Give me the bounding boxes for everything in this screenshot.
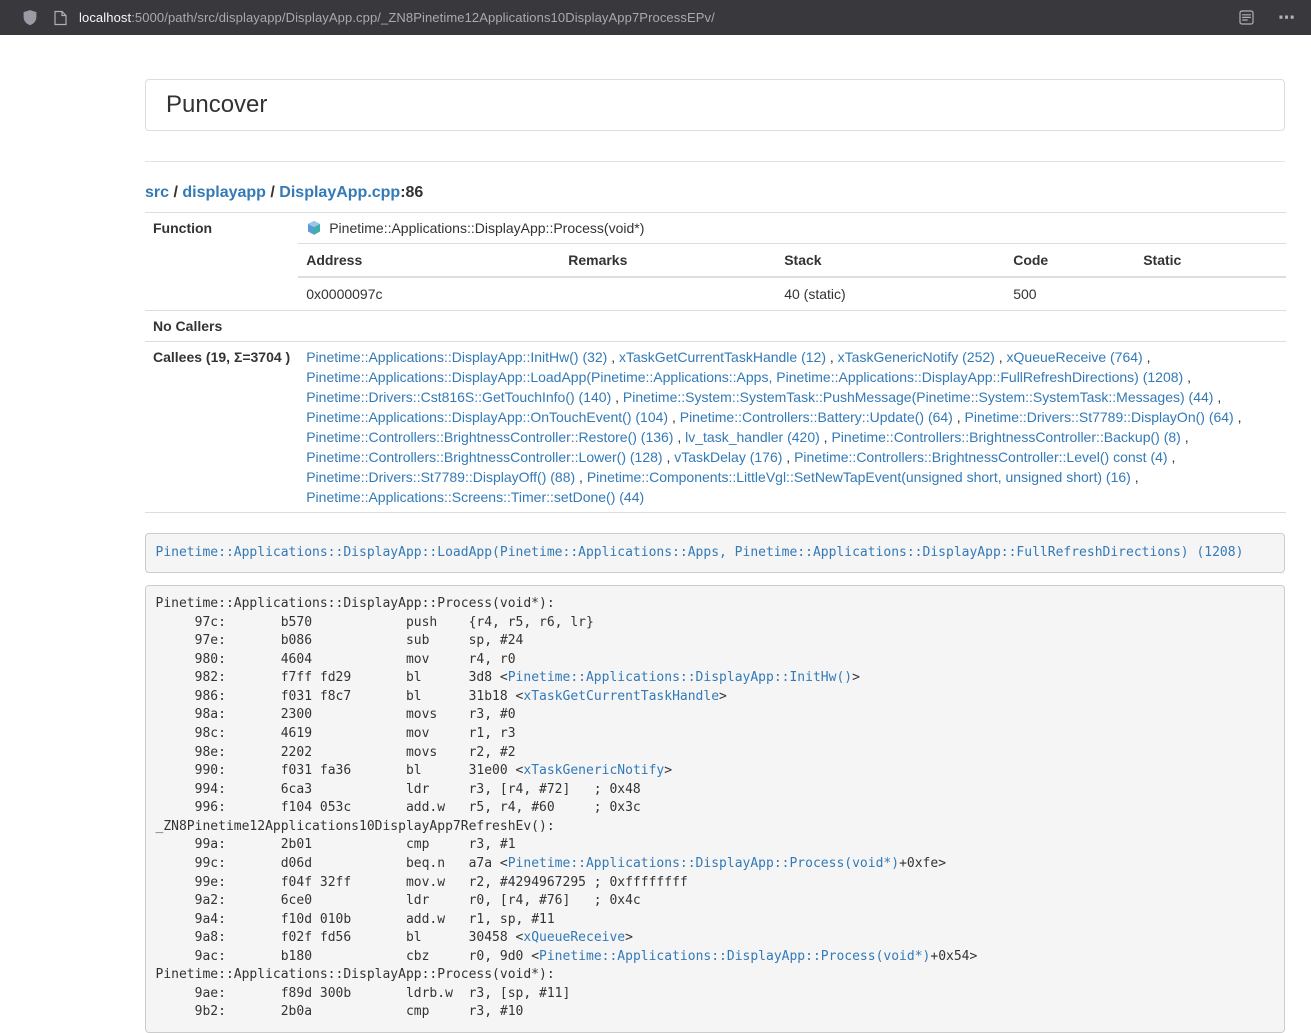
callee-separator: ,	[673, 429, 685, 445]
callee-separator: ,	[611, 389, 623, 405]
callee-link[interactable]: xTaskGetCurrentTaskHandle (12)	[619, 349, 826, 365]
callee-separator: ,	[782, 449, 794, 465]
callees-row: Callees (19, Σ=3704 ) Pinetime::Applicat…	[145, 342, 1286, 513]
divider	[145, 161, 1285, 162]
no-callers-row: No Callers	[145, 311, 1286, 342]
callee-separator: ,	[668, 409, 680, 425]
callee-link[interactable]: Pinetime::Applications::DisplayApp::OnTo…	[306, 409, 668, 425]
cell-static	[1135, 277, 1286, 310]
breadcrumb-link[interactable]: displayapp	[182, 184, 266, 201]
callee-link[interactable]: Pinetime::Components::LittleVgl::SetNewT…	[587, 469, 1131, 485]
url-path: :5000/path/src/displayapp/DisplayApp.cpp…	[131, 10, 715, 25]
selected-symbol-panel: Pinetime::Applications::DisplayApp::Load…	[145, 533, 1285, 573]
callee-separator: ,	[607, 349, 619, 365]
callee-separator: ,	[663, 449, 675, 465]
code-symbol-link[interactable]: Pinetime::Applications::DisplayApp::Proc…	[539, 949, 930, 964]
callee-link[interactable]: Pinetime::Controllers::BrightnessControl…	[831, 429, 1180, 445]
callee-separator: ,	[1213, 389, 1221, 405]
callees-label: Callees (19, Σ=3704 )	[145, 342, 298, 513]
callee-link[interactable]: Pinetime::Applications::DisplayApp::Load…	[306, 369, 1183, 385]
col-code: Code	[1005, 244, 1135, 277]
detail-header-row: Address Remarks Stack Code Static	[298, 244, 1286, 277]
code-symbol-link[interactable]: xQueueReceive	[523, 930, 625, 945]
callee-separator: ,	[1131, 469, 1139, 485]
callee-link[interactable]: xTaskGenericNotify (252)	[838, 349, 995, 365]
no-callers-cell	[298, 311, 1286, 342]
callee-link[interactable]: Pinetime::Controllers::BrightnessControl…	[306, 429, 673, 445]
callee-link[interactable]: Pinetime::Drivers::Cst816S::GetTouchInfo…	[306, 389, 611, 405]
callee-separator: ,	[575, 469, 587, 485]
breadcrumb-link[interactable]: DisplayApp.cpp	[279, 184, 400, 201]
function-name-row: Pinetime::Applications::DisplayApp::Proc…	[298, 213, 1286, 244]
callee-link[interactable]: Pinetime::Applications::DisplayApp::Init…	[306, 349, 607, 365]
function-cell: Pinetime::Applications::DisplayApp::Proc…	[298, 213, 1286, 311]
selected-symbol-link[interactable]: Pinetime::Applications::DisplayApp::Load…	[156, 545, 1244, 560]
code-symbol-link[interactable]: Pinetime::Applications::DisplayApp::Proc…	[508, 856, 899, 871]
function-row-label: Function	[145, 213, 298, 311]
callee-link[interactable]: vTaskDelay (176)	[674, 449, 782, 465]
shield-icon[interactable]	[22, 9, 38, 26]
symbol-table: Function Pinetime::Applications::Display…	[145, 212, 1286, 513]
callee-link[interactable]: Pinetime::Controllers::BrightnessControl…	[794, 449, 1167, 465]
code-symbol-link[interactable]: xTaskGenericNotify	[523, 763, 664, 778]
callee-separator: ,	[995, 349, 1007, 365]
breadcrumb-link[interactable]: src	[145, 184, 169, 201]
callee-link[interactable]: Pinetime::Applications::Screens::Timer::…	[306, 489, 644, 505]
page-info-icon[interactable]	[54, 10, 67, 26]
callee-separator: ,	[826, 349, 838, 365]
breadcrumb-separator: /	[266, 184, 279, 201]
callee-link[interactable]: Pinetime::Drivers::St7789::DisplayOn() (…	[965, 409, 1234, 425]
callee-separator: ,	[953, 409, 965, 425]
cell-code: 500	[1005, 277, 1135, 310]
callee-separator: ,	[1181, 429, 1189, 445]
page-container: Puncover src / displayapp / DisplayApp.c…	[145, 79, 1285, 1033]
col-address: Address	[298, 244, 560, 277]
disassembly-code: Pinetime::Applications::DisplayApp::Proc…	[145, 585, 1285, 1033]
callee-link[interactable]: Pinetime::System::SystemTask::PushMessag…	[623, 389, 1214, 405]
function-icon	[306, 220, 322, 236]
cell-stack: 40 (static)	[776, 277, 1005, 310]
code-symbol-link[interactable]: Pinetime::Applications::DisplayApp::Init…	[508, 670, 852, 685]
reader-view-icon[interactable]	[1239, 10, 1254, 25]
browser-chrome: localhost:5000/path/src/displayapp/Displ…	[0, 0, 1311, 35]
callee-link[interactable]: Pinetime::Controllers::Battery::Update()…	[680, 409, 953, 425]
page-header-panel: Puncover	[145, 79, 1285, 131]
callee-link[interactable]: Pinetime::Drivers::St7789::DisplayOff() …	[306, 469, 575, 485]
callee-link[interactable]: xQueueReceive (764)	[1007, 349, 1143, 365]
function-detail-table: Address Remarks Stack Code Static 0x0000…	[298, 244, 1286, 310]
callee-separator: ,	[1143, 349, 1151, 365]
callees-list: Pinetime::Applications::DisplayApp::Init…	[298, 342, 1286, 513]
callee-separator: ,	[1234, 409, 1242, 425]
callee-separator: ,	[1168, 449, 1176, 465]
breadcrumb: src / displayapp / DisplayApp.cpp:86	[145, 184, 1285, 202]
cell-remarks	[560, 277, 776, 310]
col-remarks: Remarks	[560, 244, 776, 277]
col-stack: Stack	[776, 244, 1005, 277]
no-callers-label: No Callers	[145, 311, 298, 342]
callee-link[interactable]: Pinetime::Controllers::BrightnessControl…	[306, 449, 662, 465]
cell-address: 0x0000097c	[298, 277, 560, 310]
function-name: Pinetime::Applications::DisplayApp::Proc…	[329, 218, 644, 238]
kebab-menu-icon[interactable]: ⋯	[1274, 7, 1299, 28]
url-bar[interactable]: localhost:5000/path/src/displayapp/Displ…	[79, 10, 1225, 25]
breadcrumb-separator: /	[169, 184, 182, 201]
col-static: Static	[1135, 244, 1286, 277]
url-host: localhost	[79, 10, 131, 25]
callee-link[interactable]: lv_task_handler (420)	[685, 429, 820, 445]
breadcrumb-line-number: :86	[400, 184, 423, 201]
callee-separator: ,	[820, 429, 832, 445]
detail-value-row: 0x0000097c 40 (static) 500	[298, 277, 1286, 310]
callee-separator: ,	[1183, 369, 1191, 385]
function-row: Function Pinetime::Applications::Display…	[145, 213, 1286, 311]
code-symbol-link[interactable]: xTaskGetCurrentTaskHandle	[523, 689, 719, 704]
page-title: Puncover	[166, 92, 1264, 118]
